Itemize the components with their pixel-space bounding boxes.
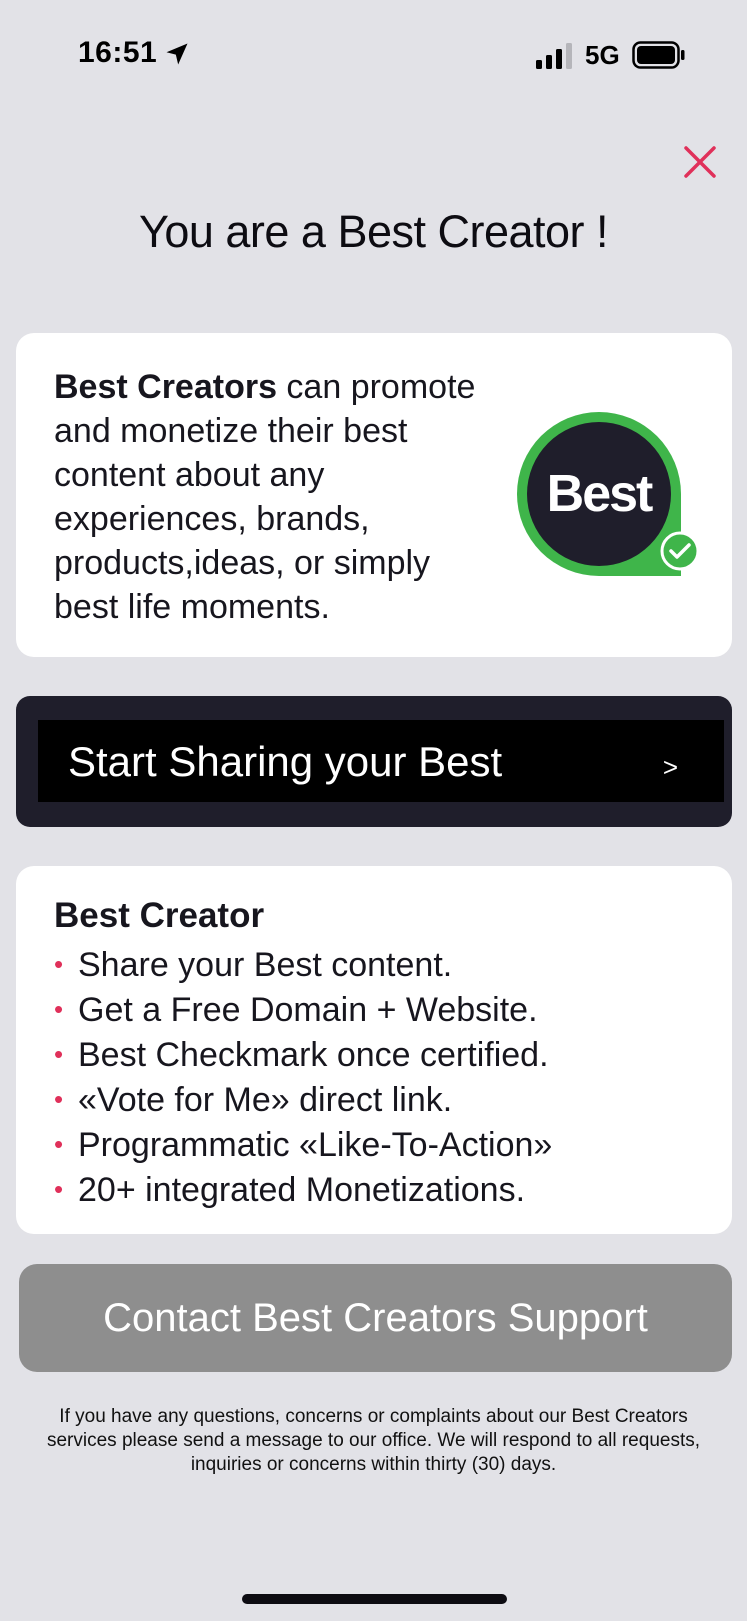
signal-bars-icon <box>536 43 572 69</box>
contact-support-button[interactable]: Contact Best Creators Support <box>19 1264 732 1372</box>
list-item: • Best Checkmark once certified. <box>54 1032 552 1077</box>
support-note: If you have any questions, concerns or c… <box>46 1406 701 1475</box>
location-arrow-icon <box>166 43 188 65</box>
status-bar: 16:51 5G <box>0 0 747 112</box>
best-logo-icon: Best <box>517 412 700 576</box>
status-time: 16:51 <box>78 36 158 69</box>
network-label: 5G <box>585 40 620 70</box>
intro-card: Best Creators can promote and monetize t… <box>16 333 732 657</box>
bullet-icon: • <box>54 949 64 979</box>
bullet-icon: • <box>54 1084 64 1114</box>
list-item: • «Vote for Me» direct link. <box>54 1077 552 1122</box>
bullet-icon: • <box>54 1039 64 1069</box>
features-heading: Best Creator <box>54 896 265 935</box>
bullet-icon: • <box>54 1129 64 1159</box>
features-list: • Share your Best content. • Get a Free Do… <box>54 942 552 1212</box>
features-card: Best Creator • Share your Best content. •… <box>16 866 732 1234</box>
intro-body: can promote and monetize their best cont… <box>54 368 476 626</box>
intro-text: Best Creators can promote and monetize t… <box>54 365 494 629</box>
list-item: • 20+ integrated Monetizations. <box>54 1167 552 1212</box>
bullet-icon: • <box>54 1174 64 1204</box>
best-logo-text: Best <box>547 465 653 523</box>
close-icon[interactable] <box>678 140 722 184</box>
chevron-right-icon: > <box>662 752 678 782</box>
bullet-icon: • <box>54 994 64 1024</box>
list-item: • Programmatic «Like-To-Action» <box>54 1122 552 1167</box>
battery-icon <box>632 41 685 69</box>
intro-lead: Best Creators <box>54 368 277 406</box>
page-title: You are a Best Creator ! <box>138 206 609 257</box>
list-item: • Share your Best content. <box>54 942 552 987</box>
start-sharing-button[interactable]: Start Sharing your Best > <box>38 720 724 802</box>
home-indicator[interactable] <box>242 1594 507 1604</box>
start-sharing-label: Start Sharing your Best <box>68 738 503 785</box>
list-item: • Get a Free Domain + Website. <box>54 987 552 1032</box>
start-sharing-banner[interactable]: Start Sharing your Best > <box>16 696 732 827</box>
